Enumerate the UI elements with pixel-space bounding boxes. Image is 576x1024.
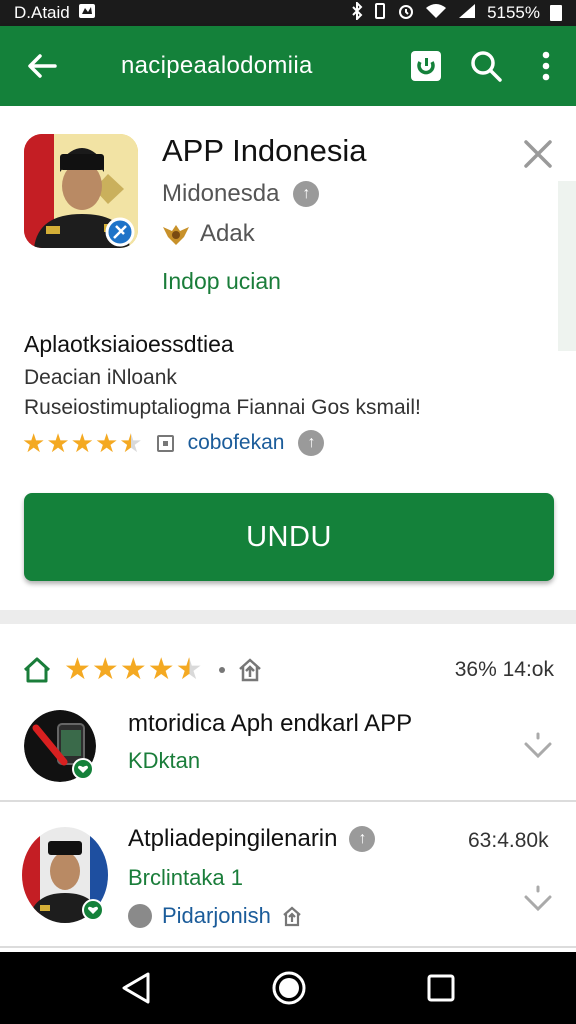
publisher-row[interactable]: Adak bbox=[162, 220, 255, 248]
page-title: nacipeaalodomiia bbox=[121, 52, 313, 79]
list-item-count: 63:4.80k bbox=[468, 829, 549, 852]
wifi-icon bbox=[425, 3, 447, 24]
signal-icon bbox=[457, 3, 477, 24]
section-divider bbox=[0, 610, 576, 624]
home-outline-icon bbox=[23, 657, 51, 683]
list-item-subtitle: Brclintaka 1 bbox=[128, 865, 243, 890]
chevron-down-icon[interactable] bbox=[522, 883, 554, 915]
list-item-extra: Pidarjonish bbox=[162, 903, 271, 928]
star-icon: ★ bbox=[91, 653, 119, 686]
half-star-icon: ★ bbox=[175, 653, 203, 686]
official-portrait-icon bbox=[24, 134, 138, 248]
divider bbox=[0, 800, 576, 802]
heart-icon bbox=[78, 765, 88, 773]
search-icon bbox=[471, 51, 502, 82]
app-icon[interactable] bbox=[24, 134, 138, 248]
battery-icon bbox=[550, 5, 562, 21]
app-bar: nacipeaalodomiia bbox=[0, 26, 576, 106]
divider bbox=[0, 946, 576, 948]
list-item-title: Atpliadepingilenarin bbox=[128, 825, 338, 852]
description-line: Deacian iNloank bbox=[24, 366, 177, 389]
checkbox-icon[interactable] bbox=[156, 434, 174, 452]
alarm-icon bbox=[397, 2, 415, 25]
carrier-text: D.Ataid bbox=[14, 3, 70, 22]
description-line: Ruseiostimuptaliogma Fiannai Gos ksmail! bbox=[24, 396, 421, 419]
list-item-title-row: Atpliadepingilenarin ↑ bbox=[128, 825, 376, 853]
list-item-title: mtoridica Aph endkarl APP bbox=[128, 710, 413, 737]
info-icon: ↑ bbox=[293, 181, 320, 207]
review-count: 36% 14:ok bbox=[454, 658, 554, 681]
system-nav-bar bbox=[0, 952, 576, 1024]
back-button[interactable] bbox=[0, 26, 84, 106]
review-stars: ★ ★ ★ ★ ★ bbox=[64, 655, 203, 685]
rating-stars: ★ ★ ★ ★ ★ bbox=[22, 430, 143, 456]
app-name: APP Indonesia bbox=[162, 133, 367, 168]
list-item-meta: Pidarjonish bbox=[128, 903, 303, 929]
verified-badge bbox=[82, 899, 104, 921]
chevron-down-icon[interactable] bbox=[522, 730, 554, 762]
play-store-icon bbox=[411, 51, 441, 81]
notification-icon bbox=[78, 3, 96, 24]
vibrate-icon bbox=[373, 2, 387, 25]
user-circle-icon bbox=[128, 904, 152, 928]
install-button[interactable]: UNDU bbox=[24, 493, 554, 581]
half-star-icon: ★ bbox=[119, 428, 143, 458]
close-icon[interactable] bbox=[520, 136, 556, 172]
app-detail-card: APP Indonesia Midonesda ↑ Adak Indop uci… bbox=[0, 106, 576, 610]
verified-badge bbox=[72, 758, 94, 780]
more-vert-icon bbox=[542, 51, 550, 81]
overflow-menu-button[interactable] bbox=[516, 26, 576, 106]
home-circle-icon[interactable] bbox=[271, 970, 307, 1006]
list-item-subtitle: KDktan bbox=[128, 748, 201, 773]
recents-square-icon[interactable] bbox=[426, 973, 456, 1003]
scroll-indicator[interactable] bbox=[558, 181, 576, 351]
list-item[interactable]: Atpliadepingilenarin ↑ 63:4.80k Brclinta… bbox=[0, 815, 576, 959]
star-icon: ★ bbox=[70, 428, 94, 458]
garuda-emblem-icon bbox=[163, 225, 189, 245]
star-icon: ★ bbox=[22, 428, 46, 458]
star-icon: ★ bbox=[64, 653, 91, 686]
reviews-summary[interactable]: ★ ★ ★ ★ ★ 36% 14:ok bbox=[22, 655, 554, 685]
rating-row: ★ ★ ★ ★ ★ cobofekan ↑ bbox=[22, 430, 325, 456]
star-icon: ★ bbox=[147, 653, 175, 686]
separator-dot bbox=[218, 667, 225, 673]
rating-link[interactable]: cobofekan bbox=[188, 431, 285, 455]
publisher-name: Adak bbox=[200, 220, 255, 247]
developer-name: Midonesda bbox=[162, 180, 280, 207]
bluetooth-icon bbox=[351, 0, 363, 25]
battery-text: 5155% bbox=[487, 3, 540, 22]
star-icon: ★ bbox=[46, 428, 70, 458]
info-icon[interactable]: ↑ bbox=[298, 430, 325, 456]
developer-row[interactable]: Midonesda ↑ bbox=[162, 180, 320, 208]
store-button[interactable] bbox=[396, 26, 456, 106]
upload-icon bbox=[283, 906, 301, 927]
heart-icon bbox=[88, 906, 98, 914]
star-icon: ★ bbox=[119, 653, 147, 686]
description-title: Aplaotksiaioessdtiea bbox=[24, 331, 234, 357]
status-bar: D.Ataid 5155% bbox=[0, 0, 576, 26]
back-triangle-icon[interactable] bbox=[120, 971, 152, 1005]
info-icon: ↑ bbox=[349, 826, 376, 852]
category-link[interactable]: Indop ucian bbox=[162, 268, 281, 295]
search-button[interactable] bbox=[456, 26, 516, 106]
star-icon: ★ bbox=[94, 428, 119, 458]
upload-icon bbox=[238, 658, 261, 682]
arrow-left-icon bbox=[28, 54, 57, 78]
